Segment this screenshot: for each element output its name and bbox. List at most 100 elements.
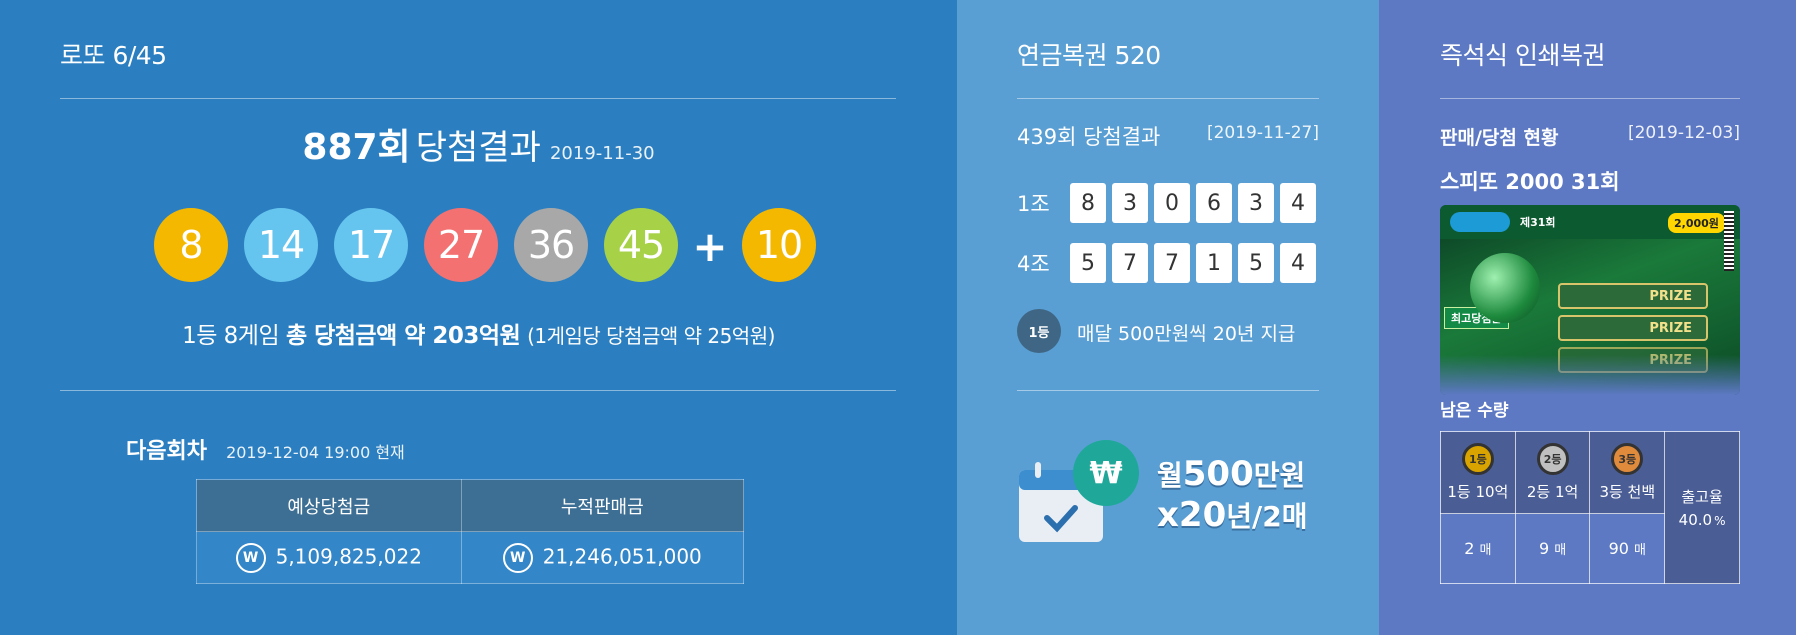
cumulative-sales-header: 누적판매금 bbox=[460, 479, 745, 532]
next-round: 다음회차 2019-12-04 19:00 현재 bbox=[126, 433, 405, 465]
prize-label: 1등 10억 bbox=[1447, 483, 1509, 501]
digit-box: 6 bbox=[1196, 183, 1232, 223]
lotto-title[interactable]: 로또 6/45 bbox=[60, 36, 167, 72]
lotto-ball: 45 bbox=[604, 208, 678, 282]
status-label: 판매/당첨 현황 bbox=[1440, 127, 1559, 149]
lotto-ball: 17 bbox=[334, 208, 408, 282]
promo-line-2: x20년/2매 bbox=[1157, 495, 1307, 535]
barcode-icon bbox=[1724, 211, 1734, 271]
expected-prize-cell: W 5,109,825,022 bbox=[196, 531, 462, 584]
release-value: 40.0 bbox=[1678, 511, 1713, 529]
lotto-panel: 로또 6/45 887회 당첨결과 2019-11-30 8 14 17 27 … bbox=[0, 0, 957, 635]
game-name[interactable]: 스피또 2000 31회 bbox=[1440, 166, 1620, 196]
remaining-table: 1등 1등 10억 2등 2등 1억 3등 3등 천백 출고율 40.0% 2 … bbox=[1440, 431, 1740, 584]
lotto-ball: 8 bbox=[154, 208, 228, 282]
divider bbox=[1017, 98, 1319, 99]
digit-box: 7 bbox=[1154, 243, 1190, 283]
gem-graphic bbox=[1470, 253, 1540, 323]
promo-amount: 500 bbox=[1182, 454, 1254, 494]
lotto-ball: 27 bbox=[424, 208, 498, 282]
won-coin-icon: ₩ bbox=[1073, 440, 1139, 506]
release-label: 출고율 bbox=[1681, 488, 1723, 506]
lotto-ball: 14 bbox=[244, 208, 318, 282]
medal-icon: 1등 bbox=[1461, 443, 1494, 475]
draw-date: 2019-11-30 bbox=[549, 143, 655, 164]
divider bbox=[1017, 390, 1319, 391]
ticket-logo bbox=[1450, 212, 1510, 232]
instant-title[interactable]: 즉석식 인쇄복권 bbox=[1440, 36, 1605, 72]
bonus-ball: 10 bbox=[742, 208, 816, 282]
digit-box: 8 bbox=[1070, 183, 1106, 223]
plus-icon: + bbox=[692, 222, 728, 271]
next-round-time: 2019-12-04 19:00 현재 bbox=[226, 443, 405, 462]
divider bbox=[60, 390, 896, 391]
qty-cell: 2 매 bbox=[1440, 513, 1516, 584]
digit-box: 7 bbox=[1112, 243, 1148, 283]
expected-prize-value: 5,109,825,022 bbox=[275, 544, 422, 568]
prize-cell-2: 2등 2등 1억 bbox=[1514, 431, 1591, 514]
qty-cell: 9 매 bbox=[1514, 513, 1591, 584]
release-unit: % bbox=[1714, 514, 1726, 528]
digit-box: 1 bbox=[1196, 243, 1232, 283]
promo-month: 월 bbox=[1157, 459, 1183, 492]
prize-prefix: 1등 8게임 bbox=[182, 323, 286, 349]
instant-panel: 즉석식 인쇄복권 판매/당첨 현황 [2019-12-03] 스피또 2000 … bbox=[1379, 0, 1796, 635]
pension-promo-banner[interactable]: ₩ 월500만원 x20년/2매 bbox=[1017, 440, 1327, 550]
prize-summary: 1등 8게임 총 당첨금액 약 203억원 (1게임당 당첨금액 약 25억원) bbox=[0, 316, 957, 350]
qty-value: 90 bbox=[1608, 539, 1629, 558]
round-number: 887회 bbox=[302, 127, 411, 168]
prize-slot: PRIZE bbox=[1558, 283, 1708, 309]
prize-label: 2등 1억 bbox=[1526, 483, 1579, 501]
prize-total: 총 당첨금액 약 203억원 bbox=[285, 323, 521, 349]
lotto-result-heading[interactable]: 887회 당첨결과 2019-11-30 bbox=[0, 118, 957, 170]
next-round-label: 다음회차 bbox=[126, 439, 207, 464]
promo-line-1: 월500만원 bbox=[1157, 454, 1305, 494]
qty-unit: 매 bbox=[1479, 543, 1492, 558]
digit-box: 3 bbox=[1112, 183, 1148, 223]
promo-unit: 만원 bbox=[1253, 459, 1306, 492]
promo-years-unit: 년/2매 bbox=[1226, 500, 1308, 533]
prize-cell-3: 3등 3등 천백 bbox=[1589, 431, 1666, 514]
speetto-ticket-image[interactable]: 제31회 2,000원 최고당첨금 PRIZE PRIZE PRIZE bbox=[1440, 205, 1740, 395]
prize-label: 3등 천백 bbox=[1599, 483, 1656, 501]
cumulative-sales-value: 21,246,051,000 bbox=[542, 544, 702, 568]
digit-box: 0 bbox=[1154, 183, 1190, 223]
pension-result-label[interactable]: 439회 당첨결과 bbox=[1017, 121, 1160, 151]
remaining-label: 남은 수량 bbox=[1440, 401, 1509, 421]
prize-per-game: (1게임당 당첨금액 약 25억원) bbox=[527, 324, 775, 348]
qty-cell: 90 매 bbox=[1589, 513, 1666, 584]
first-prize-desc: 매달 500만원씩 20년 지급 bbox=[1077, 323, 1296, 345]
pension-panel: 연금복권 520 439회 당첨결과 [2019-11-27] 1조 8 3 0… bbox=[957, 0, 1379, 635]
round-suffix: 당첨결과 bbox=[415, 128, 541, 168]
promo-years: x20 bbox=[1157, 495, 1227, 535]
prize-cell-1: 1등 1등 10억 bbox=[1440, 431, 1516, 514]
won-icon: W bbox=[235, 542, 266, 573]
next-round-table: 예상당첨금 누적판매금 W 5,109,825,022 W 21,246,051,0… bbox=[196, 479, 745, 584]
pension-result-date: [2019-11-27] bbox=[1206, 123, 1319, 143]
ticket-price: 2,000원 bbox=[1668, 213, 1725, 233]
expected-prize-header: 예상당첨금 bbox=[196, 479, 462, 532]
group-label: 4조 bbox=[1017, 252, 1050, 276]
medal-icon: 3등 bbox=[1611, 443, 1644, 475]
group-label: 1조 bbox=[1017, 192, 1050, 216]
ticket-fade bbox=[1440, 355, 1740, 395]
digit-box: 3 bbox=[1238, 183, 1274, 223]
ticket-round: 제31회 bbox=[1520, 216, 1556, 229]
divider bbox=[60, 98, 896, 99]
medal-icon: 2등 bbox=[1536, 443, 1569, 475]
qty-value: 9 bbox=[1538, 539, 1550, 558]
cumulative-sales-cell: W 21,246,051,000 bbox=[460, 531, 745, 584]
first-prize-badge: 1등 bbox=[1017, 309, 1061, 353]
digit-box: 5 bbox=[1238, 243, 1274, 283]
qty-unit: 매 bbox=[1634, 543, 1646, 558]
won-icon: W bbox=[502, 542, 533, 573]
qty-unit: 매 bbox=[1554, 543, 1567, 558]
digit-box: 4 bbox=[1280, 243, 1316, 283]
digit-box: 4 bbox=[1280, 183, 1316, 223]
lotto-ball: 36 bbox=[514, 208, 588, 282]
status-date: [2019-12-03] bbox=[1627, 123, 1740, 143]
release-rate-cell: 출고율 40.0% bbox=[1664, 431, 1740, 584]
pension-title[interactable]: 연금복권 520 bbox=[1017, 36, 1161, 72]
divider bbox=[1440, 98, 1740, 99]
digit-box: 5 bbox=[1070, 243, 1106, 283]
